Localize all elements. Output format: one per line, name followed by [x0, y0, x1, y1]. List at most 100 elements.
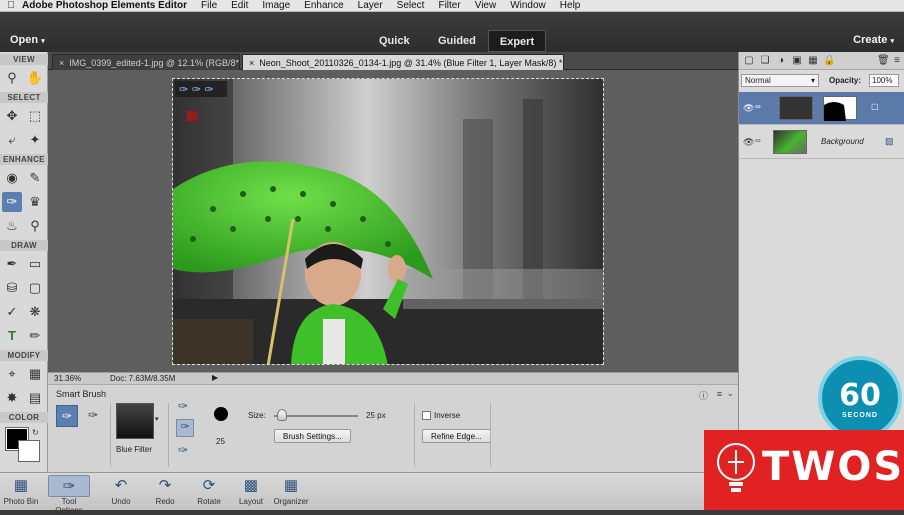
background-color-swatch[interactable] [18, 440, 40, 462]
type-tool-icon[interactable]: T [2, 326, 22, 346]
recompose-tool-icon[interactable]: ▦ [25, 364, 45, 384]
paint-bucket-tool-icon[interactable]: ⛁ [2, 278, 22, 298]
smart-brush-tool-icon[interactable]: ✑ [2, 192, 22, 212]
detail-smart-brush-mode-icon[interactable]: ✑ [82, 405, 104, 427]
menu-edit[interactable]: Edit [231, 0, 248, 11]
tab-document-2[interactable]: × Neon_Shoot_20110326_0134-1.jpg @ 31.4% … [242, 54, 564, 70]
menu-view[interactable]: View [475, 0, 497, 11]
menu-enhance[interactable]: Enhance [304, 0, 343, 11]
mode-expert-tab[interactable]: Expert [488, 30, 546, 52]
layout-button[interactable]: ▩ Layout [230, 475, 272, 511]
layer-mask-icon[interactable]: ▣ [791, 55, 803, 67]
swap-colors-icon[interactable]: ↻ [32, 428, 39, 437]
brush-tool-icon[interactable]: ✒ [2, 254, 22, 274]
blend-mode-select[interactable]: Normal ▾ [741, 74, 819, 87]
size-value[interactable]: 25 px [366, 411, 386, 420]
chevron-down-icon[interactable]: ▾ [155, 415, 159, 423]
content-aware-move-tool-icon[interactable]: ✸ [2, 388, 22, 408]
canvas-area[interactable]: ✑ ✑ ✑ [48, 70, 738, 372]
organizer-button[interactable]: ▦ Organizer [270, 475, 312, 511]
size-slider-thumb[interactable] [277, 409, 288, 421]
chevron-down-icon: ▾ [890, 38, 894, 45]
link-icon[interactable]: ∞ [755, 102, 761, 111]
brush-tip-preview[interactable] [214, 407, 228, 421]
photo-bin-button[interactable]: ▦ Photo Bin [0, 475, 42, 511]
collapse-icon[interactable]: ⌄ [726, 388, 734, 399]
new-layer-icon[interactable]: ▢ [743, 55, 755, 67]
sponge-tool-icon[interactable]: ⚲ [25, 216, 45, 236]
blur-tool-icon[interactable]: ♨ [2, 216, 22, 236]
open-label: Open [10, 34, 39, 46]
lasso-tool-icon[interactable]: ⤶ [2, 130, 22, 150]
new-group-icon[interactable]: ❑ [759, 55, 771, 67]
help-icon[interactable]: ⓘ [699, 389, 708, 402]
undo-button[interactable]: ↶ Undo [100, 475, 142, 511]
delete-layer-icon[interactable]: 🗑 [877, 55, 890, 67]
gradient-tool-icon[interactable]: ▢ [25, 278, 45, 298]
menu-filter[interactable]: Filter [438, 0, 460, 11]
move-tool-icon[interactable]: ✥ [2, 106, 22, 126]
close-icon[interactable]: × [59, 58, 64, 68]
inverse-checkbox[interactable] [422, 411, 431, 420]
shape-tool-icon[interactable]: ❋ [25, 302, 45, 322]
close-icon[interactable]: × [249, 58, 254, 68]
red-eye-tool-icon[interactable]: ◉ [2, 168, 22, 188]
hand-tool-icon[interactable]: ✋ [25, 68, 45, 88]
layer-mask-thumbnail[interactable] [823, 96, 857, 121]
lock-icon[interactable]: ▧ [885, 136, 894, 147]
status-menu-arrow-icon[interactable]: ▶ [212, 373, 218, 382]
menu-bar:  Adobe Photoshop Elements Editor File E… [0, 0, 904, 12]
tool-options-button[interactable]: ✑ Tool Options [48, 475, 90, 515]
straighten-tool-icon[interactable]: ▤ [25, 388, 45, 408]
clone-stamp-tool-icon[interactable]: ♛ [25, 192, 45, 212]
create-button[interactable]: Create ▾ [853, 34, 894, 46]
refine-edge-button[interactable]: Refine Edge... [422, 429, 491, 443]
menu-window[interactable]: Window [510, 0, 546, 11]
spot-healing-tool-icon[interactable]: ✎ [25, 168, 45, 188]
add-to-selection-icon[interactable]: ✑ [178, 399, 188, 413]
menu-file[interactable]: File [201, 0, 217, 11]
menu-help[interactable]: Help [560, 0, 581, 11]
panel-menu-icon[interactable]: ≡ [891, 55, 903, 67]
pencil-tool-icon[interactable]: ✏ [25, 326, 45, 346]
open-button[interactable]: Open ▾ [10, 34, 45, 46]
lock-transparency-icon[interactable]: ▦ [807, 55, 819, 67]
menu-image[interactable]: Image [262, 0, 290, 11]
preset-thumbnail[interactable] [116, 403, 154, 439]
eye-icon[interactable]: 👁 [743, 103, 754, 114]
apple-icon[interactable]:  [0, 0, 22, 11]
eraser-tool-icon[interactable]: ▭ [25, 254, 45, 274]
menu-select[interactable]: Select [397, 0, 425, 11]
layer-row-blue-filter[interactable]: 👁 ∞ ▢ [739, 92, 904, 125]
layer-row-background[interactable]: 👁 ∞ Background ▧ [739, 126, 904, 159]
mode-quick-tab[interactable]: Quick [365, 30, 424, 52]
eyedropper-tool-icon[interactable]: ✓ [2, 302, 22, 322]
quick-selection-tool-icon[interactable]: ✦ [25, 130, 45, 150]
panel-menu-icon[interactable]: ≡ [717, 389, 722, 399]
mode-guided-tab[interactable]: Guided [424, 30, 490, 52]
crop-tool-icon[interactable]: ⌖ [2, 364, 22, 384]
eye-icon[interactable]: 👁 [743, 137, 754, 148]
tab-document-1[interactable]: × IMG_0399_edited-1.jpg @ 12.1% (RGB/8*) [52, 54, 240, 70]
redo-button[interactable]: ↷ Redo [144, 475, 186, 511]
divider [168, 403, 169, 467]
smart-brush-mode-icon[interactable]: ✑ [56, 405, 78, 427]
rotate-button[interactable]: ⟳ Rotate [188, 475, 230, 511]
layer-name: Background [821, 137, 864, 146]
organizer-label: Organizer [273, 497, 309, 506]
app-name[interactable]: Adobe Photoshop Elements Editor [22, 0, 187, 11]
adjustment-layer-icon[interactable]: ◑ [775, 55, 787, 67]
marquee-tool-icon[interactable]: ⬚ [25, 106, 45, 126]
document-photo[interactable]: ✑ ✑ ✑ [172, 78, 604, 365]
lock-all-icon[interactable]: 🔒 [823, 55, 835, 67]
menu-layer[interactable]: Layer [358, 0, 383, 11]
layer-options-icon[interactable]: ▢ [871, 102, 879, 111]
photo-image: ✑ ✑ ✑ [173, 79, 603, 364]
zoom-tool-icon[interactable]: ⚲ [2, 68, 22, 88]
subtract-selection-icon[interactable]: ✑ [178, 443, 188, 457]
new-selection-icon[interactable]: ✑ [176, 419, 194, 437]
link-icon[interactable]: ∞ [755, 136, 761, 145]
zoom-readout[interactable]: 31.36% [54, 374, 81, 383]
brush-settings-button[interactable]: Brush Settings... [274, 429, 351, 443]
opacity-input[interactable]: 100% [869, 74, 899, 87]
